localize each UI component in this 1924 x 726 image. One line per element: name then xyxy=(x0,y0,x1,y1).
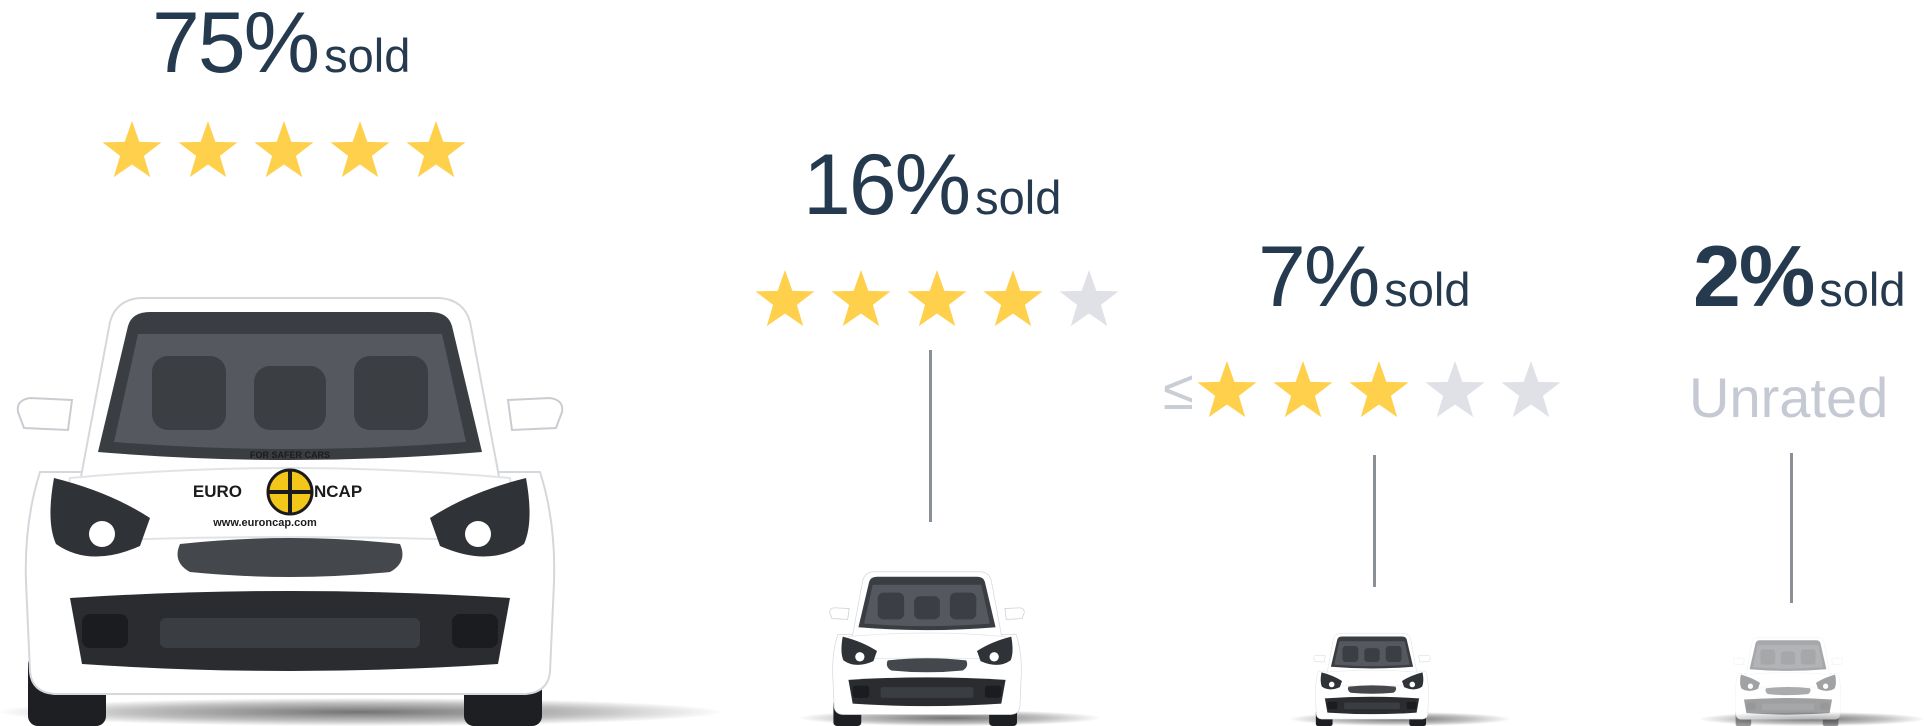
tier-2-sold-label: sold xyxy=(975,171,1062,224)
star-filled-icon xyxy=(1272,360,1334,420)
star-filled-icon xyxy=(253,120,315,180)
svg-text:www.euroncap.com: www.euroncap.com xyxy=(212,517,317,529)
star-filled-icon xyxy=(754,269,816,329)
tier-3-headline: 7% sold xyxy=(1258,234,1471,320)
tier-3-connector xyxy=(1373,455,1376,587)
star-filled-icon xyxy=(830,269,892,329)
star-filled-icon xyxy=(982,269,1044,329)
tier-1-headline: 75% sold xyxy=(152,0,410,86)
tier-1-car-icon: EURO NCAP FOR SAFER CARS www.euroncap.com xyxy=(16,297,564,726)
tier-1-stars xyxy=(101,120,467,180)
tier-4-headline: 2% sold xyxy=(1693,234,1906,320)
tier-3-percent: 7% xyxy=(1258,229,1380,325)
tier-2-headline: 16% sold xyxy=(803,142,1061,228)
svg-text:NCAP: NCAP xyxy=(314,482,362,501)
star-filled-icon xyxy=(101,120,163,180)
tier-4-percent: 2% xyxy=(1693,229,1815,325)
tier-3-stars: ≤ xyxy=(1163,360,1562,420)
star-filled-icon xyxy=(177,120,239,180)
tier-2-stars xyxy=(754,269,1120,329)
less-or-equal-symbol: ≤ xyxy=(1163,358,1194,421)
star-filled-icon xyxy=(1196,360,1258,420)
tier-4-unrated-label: Unrated xyxy=(1689,366,1889,429)
svg-text:EURO: EURO xyxy=(193,482,242,501)
star-empty-icon xyxy=(1500,360,1562,420)
tier-1-sold-label: sold xyxy=(324,29,411,82)
tier-4-connector xyxy=(1790,453,1793,603)
star-filled-icon xyxy=(329,120,391,180)
tier-4-car-icon xyxy=(1733,637,1843,726)
tier-3-sold-label: sold xyxy=(1384,263,1471,316)
tier-2-connector xyxy=(929,350,932,522)
star-filled-icon xyxy=(405,120,467,180)
star-filled-icon xyxy=(906,269,968,329)
tier-1-percent: 75% xyxy=(152,0,320,91)
star-empty-icon xyxy=(1424,360,1486,420)
svg-text:FOR SAFER CARS: FOR SAFER CARS xyxy=(250,450,330,460)
tier-2-car-icon xyxy=(829,571,1025,726)
tier-2-percent: 16% xyxy=(803,137,971,233)
tier-3-car-icon xyxy=(1313,633,1431,726)
tier-4-sold-label: sold xyxy=(1819,263,1906,316)
star-filled-icon xyxy=(1348,360,1410,420)
star-empty-icon xyxy=(1058,269,1120,329)
